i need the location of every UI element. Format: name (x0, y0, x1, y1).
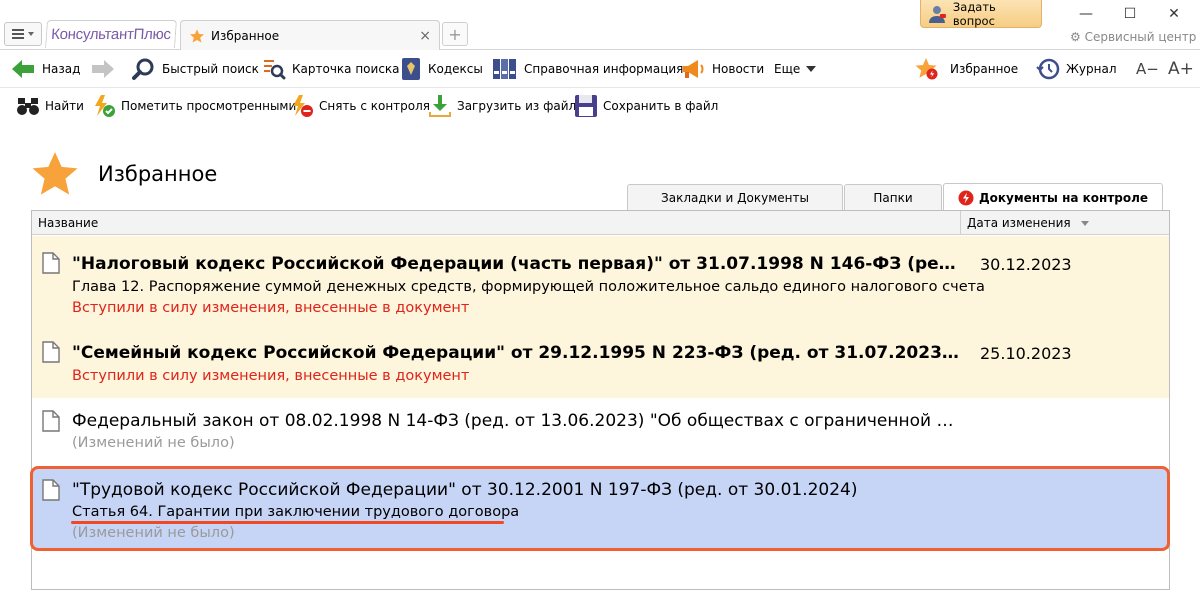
document-row[interactable]: Федеральный закон от 08.02.1998 N 14-ФЗ … (32, 398, 1169, 466)
binders-icon (493, 59, 516, 79)
gear-icon: ⚙ (1070, 30, 1081, 44)
sort-descending-icon (1080, 220, 1089, 226)
service-center-link[interactable]: ⚙ Сервисный центр (1070, 30, 1196, 44)
font-smaller-button[interactable]: A− (1136, 56, 1159, 82)
reference-info-button[interactable]: Справочная информация (492, 56, 683, 82)
document-status: (Изменений не было) (72, 435, 235, 451)
action-toolbar: Найти Пометить просмотренными Снять с ко… (0, 90, 1200, 122)
document-title[interactable]: "Семейный кодекс Российской Федерации" о… (72, 343, 962, 363)
star-icon (190, 28, 204, 43)
tab-label: Избранное (211, 28, 280, 43)
lightning-control-icon (958, 190, 974, 205)
document-title[interactable]: Федеральный закон от 08.02.1998 N 14-ФЗ … (72, 411, 962, 431)
consultant-logo[interactable]: КонсультантПлюс (45, 20, 177, 48)
back-button[interactable]: Назад (10, 56, 80, 82)
caret-down-icon (806, 66, 817, 72)
document-icon (42, 341, 60, 363)
list-header: Название Дата изменения (32, 211, 1169, 235)
floppy-disk-icon (575, 95, 597, 117)
ask-question-button[interactable]: Задать вопрос (920, 0, 1042, 28)
binoculars-icon (17, 98, 39, 115)
download-arrow-icon (429, 95, 451, 117)
tab-folders[interactable]: Папки (844, 184, 942, 211)
lightning-check-icon (95, 95, 115, 117)
journal-button[interactable]: Журнал (1036, 56, 1117, 82)
column-header-name[interactable]: Название (38, 216, 98, 230)
more-menu-button[interactable]: Еще (774, 56, 817, 82)
minimize-button[interactable]: — (1074, 4, 1098, 24)
megaphone-icon (683, 60, 704, 78)
new-tab-button[interactable]: + (442, 22, 468, 46)
codes-emblem-icon (402, 58, 420, 80)
search-card-button[interactable]: Карточка поиска (262, 56, 400, 82)
main-toolbar: Назад Быстрый поиск Карточка поиска Коде… (0, 50, 1200, 88)
document-row[interactable]: "Налоговый кодекс Российской Федерации (… (32, 236, 1169, 325)
main-menu-button[interactable] (4, 22, 42, 46)
favorites-star-icon (32, 152, 78, 195)
document-section[interactable]: Глава 12. Распоряжение суммой денежных с… (72, 279, 985, 295)
title-bar: КонсультантПлюс Избранное × + Задать воп… (0, 0, 1200, 50)
font-larger-button[interactable]: A+ (1168, 56, 1194, 82)
caret-down-icon (28, 32, 34, 36)
document-title[interactable]: "Трудовой кодекс Российской Федерации" о… (72, 480, 962, 500)
document-icon (42, 252, 60, 274)
tab-bookmarks-and-documents[interactable]: Закладки и Документы (627, 184, 843, 211)
document-change-date: 30.12.2023 (980, 255, 1072, 274)
news-button[interactable]: Новости (680, 56, 764, 82)
document-row-selected[interactable]: "Трудовой кодекс Российской Федерации" о… (32, 469, 1169, 549)
support-person-icon (928, 5, 946, 23)
hamburger-icon (12, 29, 24, 39)
document-icon (42, 410, 60, 432)
page-title: Избранное (98, 162, 218, 186)
document-row[interactable]: "Семейный кодекс Российской Федерации" о… (32, 325, 1169, 398)
document-icon (42, 479, 60, 501)
mark-viewed-button[interactable]: Пометить просмотренными (92, 92, 296, 120)
document-section[interactable]: Статья 64. Гарантии при заключении трудо… (72, 504, 519, 520)
codes-button[interactable]: Кодексы (400, 56, 483, 82)
close-tab-icon[interactable]: × (419, 28, 431, 44)
tab-favorites[interactable]: Избранное × (180, 20, 440, 50)
arrow-right-icon (92, 60, 114, 78)
load-from-file-button[interactable]: Загрузить из файла (428, 92, 584, 120)
find-button[interactable]: Найти (16, 92, 84, 120)
save-to-file-button[interactable]: Сохранить в файл (574, 92, 718, 120)
history-clock-icon (1036, 58, 1060, 80)
document-change-date: 25.10.2023 (980, 344, 1072, 363)
document-status: Вступили в силу изменения, внесенные в д… (72, 300, 470, 316)
search-card-icon (264, 60, 286, 80)
lightning-remove-icon (293, 95, 313, 117)
tab-documents-on-control[interactable]: Документы на контроле (943, 183, 1163, 211)
document-title[interactable]: "Налоговый кодекс Российской Федерации (… (72, 254, 956, 274)
favorites-button[interactable]: Избранное (914, 56, 1018, 82)
remove-control-button[interactable]: Снять с контроля (290, 92, 430, 120)
forward-button[interactable] (90, 56, 116, 82)
document-status: (Изменений не было) (72, 525, 235, 541)
favorites-star-icon (915, 58, 938, 80)
ask-question-label: Задать вопрос (952, 0, 996, 28)
close-window-button[interactable]: ✕ (1162, 4, 1186, 24)
highlight-underline (71, 521, 504, 524)
arrow-left-icon (12, 60, 34, 78)
quick-search-button[interactable]: Быстрый поиск (132, 56, 259, 82)
search-icon (132, 58, 154, 80)
controlled-documents-list: Название Дата изменения "Налоговый кодек… (31, 210, 1170, 590)
column-header-date[interactable]: Дата изменения (960, 211, 1089, 235)
document-status: Вступили в силу изменения, внесенные в д… (72, 368, 470, 384)
maximize-button[interactable]: ☐ (1118, 4, 1142, 24)
